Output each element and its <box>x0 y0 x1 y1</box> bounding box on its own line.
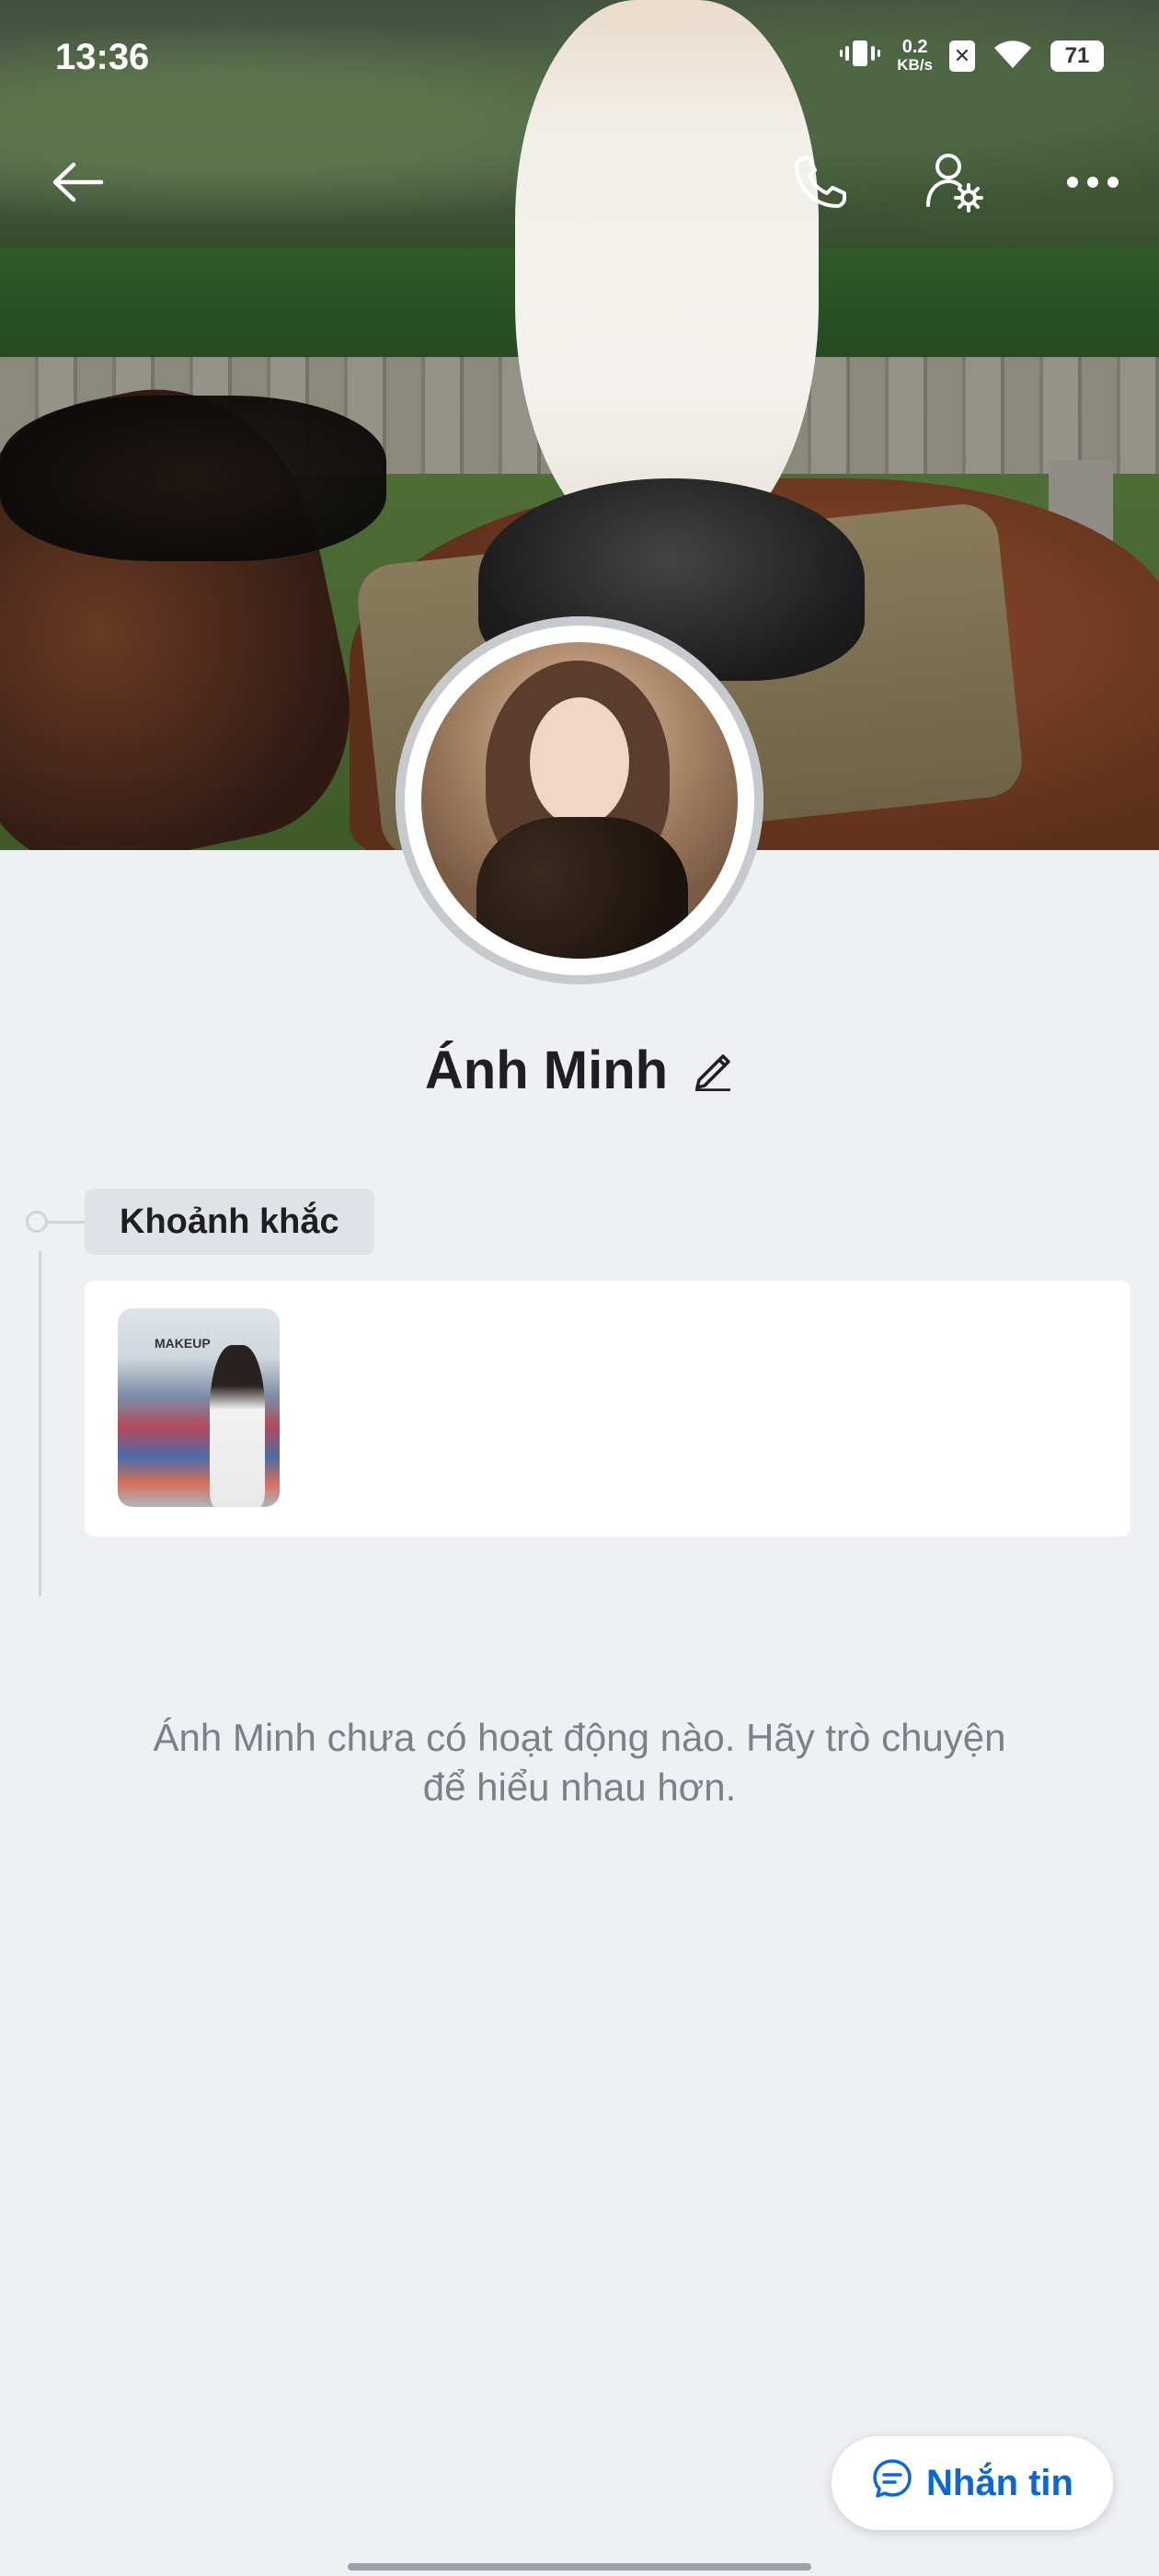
avatar-frame[interactable] <box>396 616 763 984</box>
message-button-label: Nhắn tin <box>926 2462 1073 2503</box>
no-sim-icon: ✕ <box>949 40 975 72</box>
net-speed: 0.2 KB/s <box>897 38 933 75</box>
message-button[interactable]: Nhắn tin <box>832 2436 1113 2530</box>
back-button[interactable] <box>40 147 114 221</box>
edit-name-button[interactable] <box>692 1045 734 1096</box>
vibrate-icon <box>840 38 881 74</box>
timeline-line <box>39 1251 41 1596</box>
timeline-connector <box>48 1221 85 1224</box>
net-speed-unit: KB/s <box>897 55 933 74</box>
moments-card: MAKEUP <box>85 1281 1130 1536</box>
status-time: 13:36 <box>55 37 150 77</box>
moments-label: Khoảnh khắc <box>85 1189 374 1255</box>
battery-icon: 71 <box>1050 40 1104 72</box>
empty-activity-line-2: để hiểu nhau hơn. <box>422 1765 737 1809</box>
empty-activity-text: Ánh Minh chưa có hoạt động nào. Hãy trò … <box>0 1713 1159 1812</box>
name-row: Ánh Minh <box>0 1040 1159 1101</box>
empty-activity-line-1: Ánh Minh chưa có hoạt động nào. Hãy trò … <box>153 1716 1006 1759</box>
more-icon <box>1065 173 1120 196</box>
avatar-border <box>409 630 750 971</box>
cover-horse-mane <box>0 396 386 561</box>
arrow-left-icon <box>50 159 105 210</box>
wifi-icon <box>992 37 1034 75</box>
more-button[interactable] <box>1056 147 1130 221</box>
net-speed-value: 0.2 <box>901 36 928 57</box>
timeline-dot <box>26 1211 48 1233</box>
moment-thumbnail-sign: MAKEUP <box>155 1336 211 1351</box>
home-indicator[interactable] <box>348 2563 811 2570</box>
phone-icon <box>791 153 850 216</box>
avatar-body <box>476 817 688 959</box>
user-settings-icon <box>923 150 987 219</box>
avatar[interactable] <box>421 642 738 959</box>
profile-settings-button[interactable] <box>918 147 992 221</box>
avatar-face <box>530 697 629 826</box>
pencil-icon <box>695 1054 731 1092</box>
status-icons: 0.2 KB/s ✕ 71 <box>840 37 1104 75</box>
profile-name: Ánh Minh <box>424 1041 669 1100</box>
chat-bubble-icon <box>871 2457 913 2509</box>
call-button[interactable] <box>784 147 857 221</box>
status-bar: 13:36 0.2 KB/s ✕ 71 <box>0 0 1159 120</box>
moment-thumbnail[interactable]: MAKEUP <box>118 1308 280 1507</box>
moment-thumbnail-person <box>210 1345 265 1507</box>
